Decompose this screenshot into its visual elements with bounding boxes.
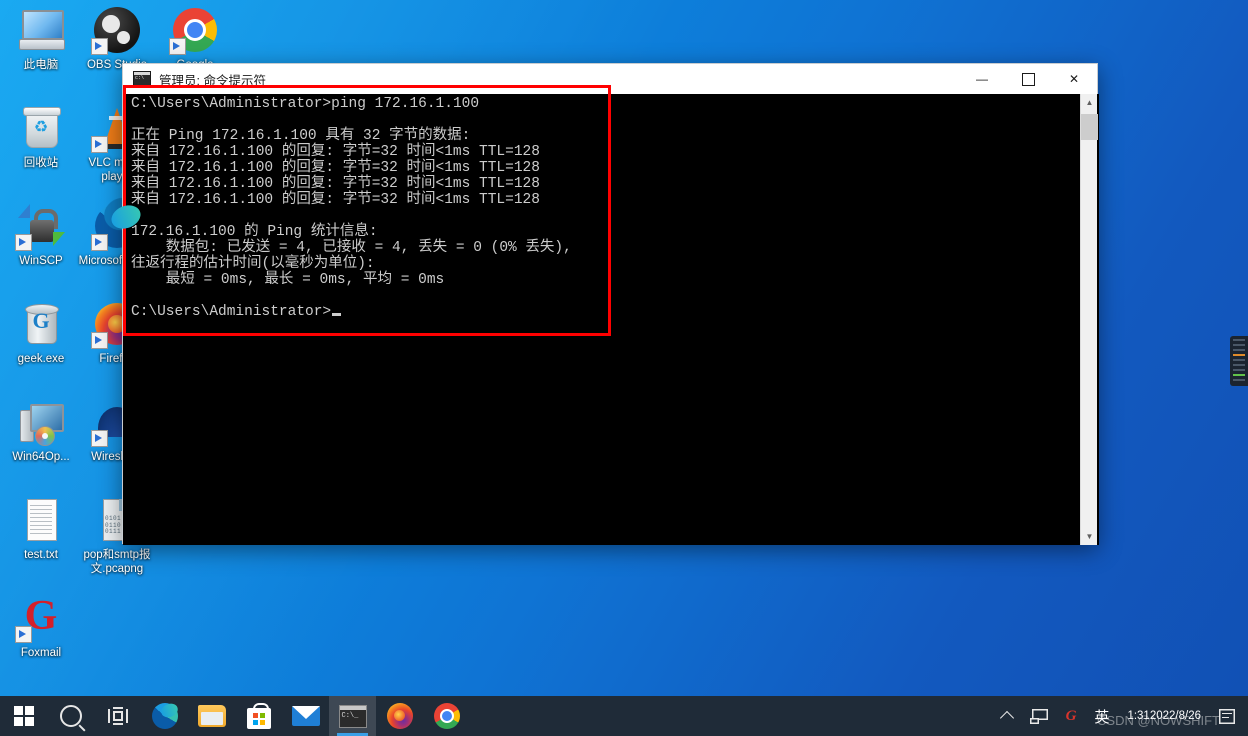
text-file-icon [17,496,65,544]
shortcut-arrow-icon [91,38,108,55]
search-button[interactable] [47,696,94,736]
obs-studio-icon [91,6,141,55]
close-button[interactable]: ✕ [1051,64,1097,94]
command-prompt-window[interactable]: 管理员: 命令提示符 — ✕ C:\Users\Administrator>pi… [122,63,1099,545]
shortcut-arrow-icon [91,332,108,349]
console-line: 来自 172.16.1.100 的回复: 字节=32 时间<1ms TTL=12… [131,160,540,176]
docked-side-panel[interactable] [1230,336,1248,386]
win64-openssl-icon [17,398,65,446]
windows-logo-icon [13,706,34,726]
taskbar-command-prompt-button[interactable] [329,696,376,736]
task-view-button[interactable] [94,696,141,736]
firefox-icon [386,703,413,729]
desktop-icon-label: WinSCP [19,255,63,267]
tray-network-button[interactable] [1021,696,1057,736]
desktop-icon-label: pop和smtp报文.pcapng [83,549,151,575]
desktop-icon-label: 此电脑 [23,59,59,71]
geek-uninstaller-icon: G [17,300,65,348]
shortcut-arrow-icon [169,38,186,55]
console-cursor [332,313,342,316]
desktop-icon-win64-openssl[interactable]: Win64Op... [2,398,80,464]
console-icon [338,704,367,728]
microsoft-store-icon [246,703,271,729]
scroll-down-arrow-icon[interactable]: ▼ [1081,528,1098,545]
clock-date: 2022/8/26 [1149,710,1201,722]
scroll-up-arrow-icon[interactable]: ▲ [1081,94,1098,111]
start-button[interactable] [0,696,47,736]
action-center-button[interactable] [1210,696,1244,736]
minimize-button[interactable]: — [959,64,1005,94]
console-line: 来自 172.16.1.100 的回复: 字节=32 时间<1ms TTL=12… [131,192,540,208]
microsoft-edge-icon [151,703,178,729]
window-title: 管理员: 命令提示符 [159,73,266,88]
console-line: 正在 Ping 172.16.1.100 具有 32 字节的数据: [131,128,471,144]
winscp-padlock-icon [15,202,65,251]
chevron-up-icon [999,710,1014,726]
shortcut-arrow-icon [91,136,108,153]
taskbar-microsoft-store-button[interactable] [235,696,282,736]
tray-ime-button[interactable]: 英 [1085,696,1118,736]
this-pc-icon [17,6,65,54]
tray-overflow-button[interactable] [993,696,1021,736]
console-line: C:\Users\Administrator> [131,304,572,320]
taskbar-edge-button[interactable] [141,696,188,736]
desktop-icon-this-pc[interactable]: 此电脑 [2,6,80,72]
console-text: C:\Users\Administrator>ping 172.16.1.100… [131,96,572,320]
clock[interactable]: 1:31 2022/8/26 [1118,696,1210,736]
console-output-area[interactable]: C:\Users\Administrator>ping 172.16.1.100… [123,94,1099,545]
google-chrome-icon [169,6,219,55]
google-chrome-icon [433,703,460,729]
shortcut-arrow-icon [91,430,108,447]
maximize-button[interactable] [1005,64,1051,94]
tray-sogou-button[interactable]: G [1057,696,1086,736]
console-line: 最短 = 0ms, 最长 = 0ms, 平均 = 0ms [131,272,445,288]
desktop: 此电脑 OBS Studio Google Chrome ♻ 回收站 VLC m… [0,0,1248,736]
network-icon [1029,709,1048,724]
desktop-icon-label: Win64Op... [12,451,70,463]
desktop-icon-geek[interactable]: G geek.exe [2,300,80,366]
mail-icon [291,706,320,726]
system-tray: G 英 1:31 2022/8/26 [993,696,1248,736]
taskbar-file-explorer-button[interactable] [188,696,235,736]
scrollbar-thumb[interactable] [1081,114,1098,140]
foxmail-icon: G [15,593,65,643]
console-line: C:\Users\Administrator>ping 172.16.1.100 [131,96,480,112]
taskbar-chrome-button[interactable] [423,696,470,736]
console-line: 数据包: 已发送 = 4, 已接收 = 4, 丢失 = 0 (0% 丢失), [131,240,572,256]
desktop-icon-foxmail[interactable]: G Foxmail [2,593,80,660]
desktop-icon-label: test.txt [24,549,58,561]
console-line: 172.16.1.100 的 Ping 统计信息: [131,224,378,240]
taskbar-firefox-button[interactable] [376,696,423,736]
notifications-icon [1219,709,1235,724]
clock-time: 1:31 [1127,710,1150,722]
console-line: 来自 172.16.1.100 的回复: 字节=32 时间<1ms TTL=12… [131,144,540,160]
ime-indicator: 英 [1094,708,1110,726]
task-view-icon [107,707,128,725]
desktop-icon-label: 回收站 [23,157,59,169]
desktop-icon-test-txt[interactable]: test.txt [2,496,80,562]
taskbar: G 英 1:31 2022/8/26 [0,696,1248,736]
console-scrollbar[interactable]: ▲ ▼ [1080,94,1098,545]
recycle-bin-icon: ♻ [17,104,65,152]
taskbar-mail-button[interactable] [282,696,329,736]
shortcut-arrow-icon [15,234,32,251]
console-line: 来自 172.16.1.100 的回复: 字节=32 时间<1ms TTL=12… [131,176,540,192]
shortcut-arrow-icon [15,626,32,643]
file-explorer-icon [197,705,226,727]
desktop-icon-label: Foxmail [20,647,62,659]
desktop-icon-winscp[interactable]: WinSCP [2,202,80,268]
shortcut-arrow-icon [91,234,108,251]
window-titlebar[interactable]: 管理员: 命令提示符 — ✕ [123,64,1097,94]
sogou-icon: G [1065,707,1077,724]
console-icon [133,71,151,87]
console-line: 往返行程的估计时间(以毫秒为单位): [131,256,375,272]
desktop-icon-recycle-bin[interactable]: ♻ 回收站 [2,104,80,170]
search-icon [59,705,82,727]
desktop-icon-label: geek.exe [17,353,65,365]
